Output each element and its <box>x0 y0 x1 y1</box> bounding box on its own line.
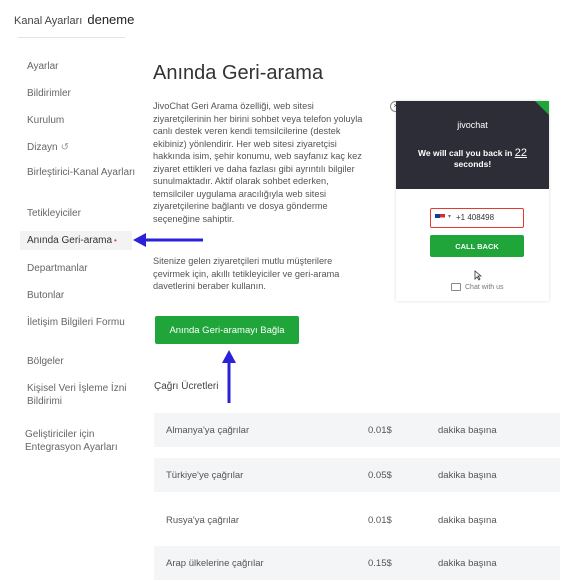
preview-phone-input[interactable]: ▾ +1 408498 <box>430 208 524 228</box>
page-header-title: Kanal Ayarları <box>14 15 83 27</box>
table-row: Türkiye'ye çağrılar 0.05$ dakika başına <box>154 458 560 492</box>
rate-unit: dakika başına <box>438 470 497 481</box>
rate-price: 0.15$ <box>368 558 392 569</box>
sidebar-item-instant-callback[interactable]: Anında Geri-arama • <box>20 231 132 250</box>
sidebar-item-instant-callback-label: Anında Geri-arama <box>27 235 113 246</box>
header-divider <box>18 37 125 38</box>
rate-unit: dakika başına <box>438 515 497 526</box>
preview-line2: seconds! <box>453 159 492 169</box>
page-title: Anında Geri-arama <box>153 62 324 84</box>
preview-phone-value: +1 408498 <box>456 213 495 222</box>
preview-chat-link-label: Chat with us <box>465 283 504 291</box>
preview-chat-link[interactable]: Chat with us <box>451 283 504 291</box>
preview-corner-accent <box>535 101 549 115</box>
rate-name: Arap ülkelerine çağrılar <box>166 558 264 569</box>
rate-unit: dakika başına <box>438 425 497 436</box>
preview-header <box>396 101 549 189</box>
preview-seconds: 22 <box>514 147 527 159</box>
us-flag-icon <box>435 214 445 221</box>
sidebar-item-developers[interactable]: Geliştiriciler için Entegrasyon Ayarları <box>25 428 135 454</box>
rate-price: 0.05$ <box>368 470 392 481</box>
country-dropdown-icon[interactable]: ▾ <box>448 213 451 220</box>
sidebar-item-departments[interactable]: Departmanlar <box>27 262 137 275</box>
chat-bubble-icon <box>451 283 461 291</box>
table-row: Almanya'ya çağrılar 0.01$ dakika başına <box>154 413 560 447</box>
feature-tip: Sitenize gelen ziyaretçileri mutlu müşte… <box>153 256 340 291</box>
table-row: Rusya'ya çağrılar 0.01$ dakika başına <box>154 503 560 537</box>
sidebar-item-design-label: Dizayn <box>27 142 58 153</box>
rate-unit: dakika başına <box>438 558 497 569</box>
rate-price: 0.01$ <box>368 515 392 526</box>
sidebar-item-contact-form[interactable]: İletişim Bilgileri Formu <box>27 316 137 329</box>
mouse-cursor-icon <box>474 270 482 281</box>
sidebar-item-notifications[interactable]: Bildirimler <box>27 87 137 100</box>
refresh-icon: ↺ <box>60 142 69 153</box>
preview-line1: We will call you back in <box>418 148 513 158</box>
sidebar-item-regions[interactable]: Bölgeler <box>27 355 137 368</box>
sidebar-item-installation[interactable]: Kurulum <box>27 114 137 127</box>
sidebar-item-buttons[interactable]: Butonlar <box>27 289 137 302</box>
sidebar-item-triggers[interactable]: Tetikleyiciler <box>27 207 137 220</box>
rate-price: 0.01$ <box>368 425 392 436</box>
page-header: Kanal Ayarları deneme <box>14 12 134 27</box>
call-rates-title: Çağrı Ücretleri <box>154 381 219 392</box>
active-dot-icon: • <box>114 236 117 245</box>
feature-description: JivoChat Geri Arama özelliği, web sitesi… <box>153 101 363 224</box>
widget-preview: jivochat We will call you back in 22 sec… <box>396 101 549 301</box>
preview-callback-message: We will call you back in 22 seconds! <box>396 148 549 170</box>
pointer-arrow-left-icon <box>133 233 203 247</box>
connect-instant-callback-button[interactable]: Anında Geri-aramayı Bağla <box>155 316 299 344</box>
table-row: Arap ülkelerine çağrılar 0.15$ dakika ba… <box>154 546 560 580</box>
channel-name: deneme <box>87 12 135 27</box>
rate-name: Türkiye'ye çağrılar <box>166 470 244 481</box>
preview-brand: jivochat <box>457 120 488 130</box>
rate-name: Almanya'ya çağrılar <box>166 425 250 436</box>
pointer-arrow-up-icon <box>222 350 236 403</box>
sidebar-item-integrator-channel[interactable]: Birleştirici-Kanal Ayarları <box>27 166 137 179</box>
sidebar-item-personal-data[interactable]: Kişisel Veri İşleme İzni Bildirimi <box>27 382 137 408</box>
sidebar-item-design[interactable]: Dizayn ↺ <box>27 141 137 154</box>
rate-name: Rusya'ya çağrılar <box>166 515 240 526</box>
preview-call-back-button[interactable]: CALL BACK <box>430 235 524 257</box>
sidebar-item-settings[interactable]: Ayarlar <box>27 60 137 73</box>
